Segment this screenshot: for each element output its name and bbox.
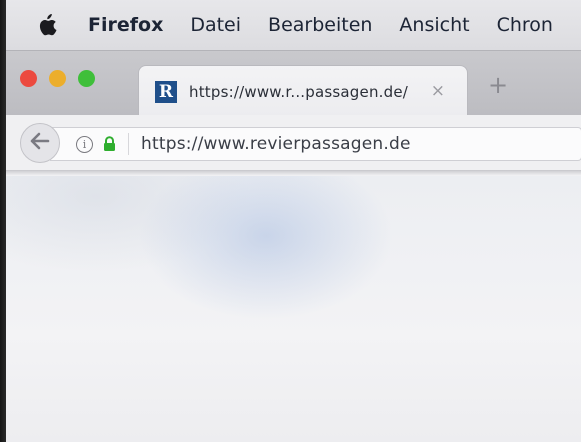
- menu-firefox[interactable]: Firefox: [88, 14, 163, 36]
- menu-bearbeiten[interactable]: Bearbeiten: [268, 14, 372, 36]
- tab-close-icon[interactable]: ×: [431, 81, 445, 101]
- site-info-icon[interactable]: i: [76, 135, 93, 153]
- url-bar[interactable]: i https://www.revierpassagen.de: [50, 127, 581, 161]
- browser-tab-active[interactable]: R https://www.r...passagen.de/ ×: [138, 65, 468, 117]
- back-button[interactable]: [20, 123, 60, 163]
- menu-chronik[interactable]: Chron: [497, 14, 553, 36]
- menu-ansicht[interactable]: Ansicht: [399, 14, 469, 36]
- window-minimize-button[interactable]: [49, 70, 66, 87]
- new-tab-button[interactable]: +: [488, 73, 508, 97]
- arrow-left-icon: [30, 131, 50, 155]
- monitor-bezel: [0, 0, 6, 442]
- macos-menubar: Firefox Datei Bearbeiten Ansicht Chron: [6, 0, 581, 50]
- page-content-area[interactable]: [6, 176, 581, 442]
- secure-lock-icon[interactable]: [103, 136, 116, 152]
- window-zoom-button[interactable]: [78, 70, 95, 87]
- screen: Firefox Datei Bearbeiten Ansicht Chron R…: [0, 0, 581, 442]
- url-separator: [128, 133, 129, 155]
- url-text[interactable]: https://www.revierpassagen.de: [141, 134, 411, 154]
- apple-logo-icon[interactable]: [36, 14, 58, 36]
- window-close-button[interactable]: [20, 70, 37, 87]
- tab-title: https://www.r...passagen.de/: [189, 82, 409, 101]
- navigation-toolbar: i https://www.revierpassagen.de: [6, 115, 581, 171]
- menu-datei[interactable]: Datei: [190, 14, 241, 36]
- tab-strip: R https://www.r...passagen.de/ × +: [6, 50, 581, 117]
- site-favicon-icon: R: [155, 80, 177, 103]
